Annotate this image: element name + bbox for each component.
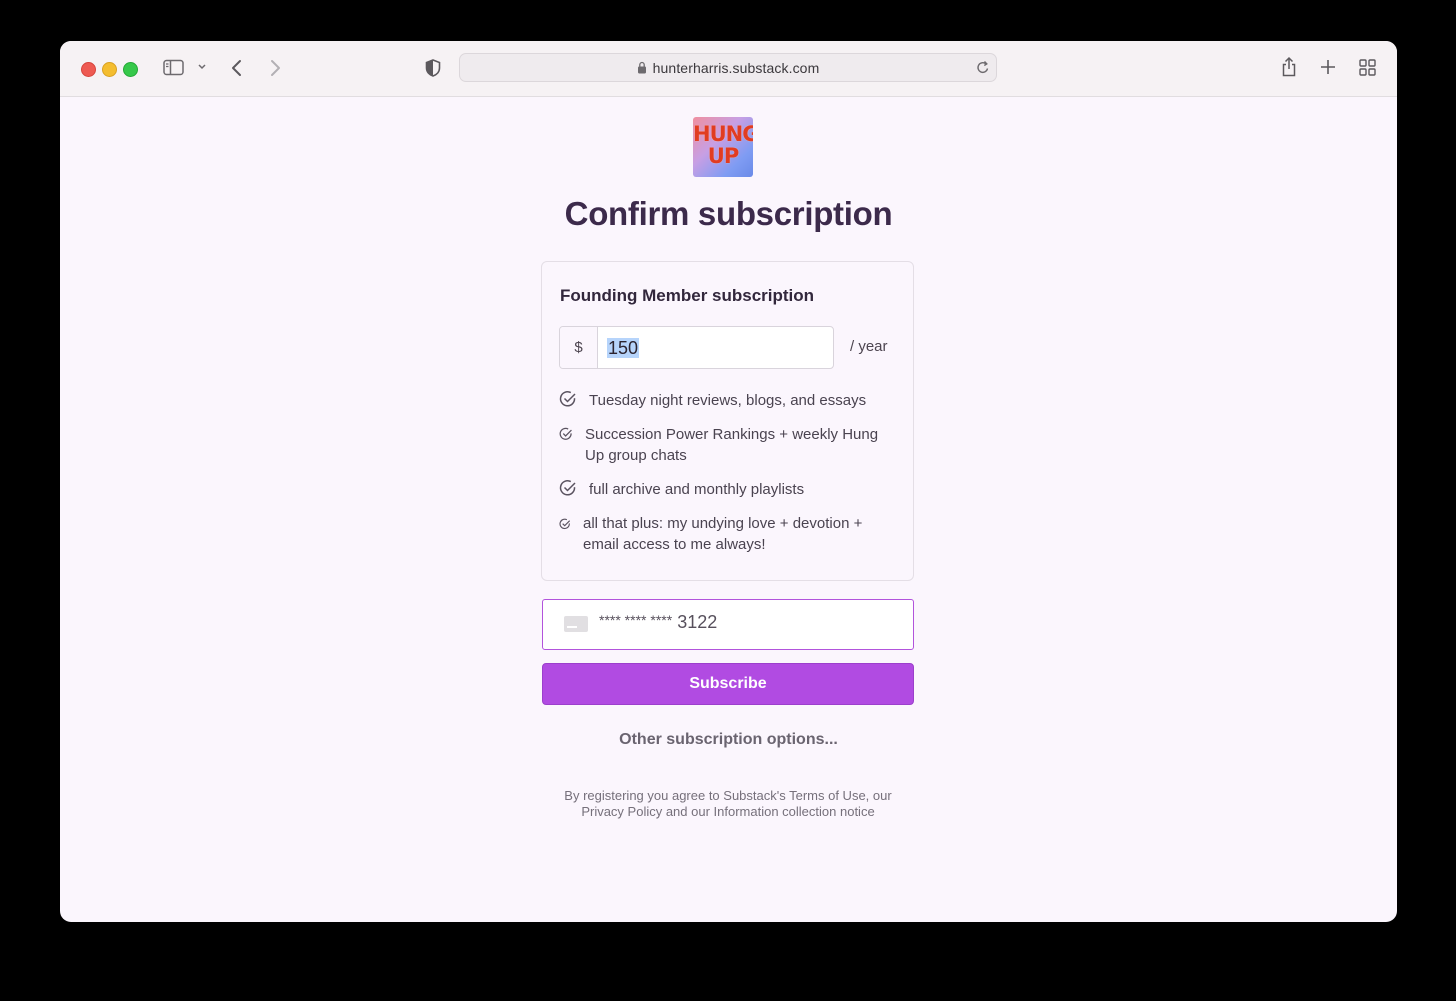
feature-text: all that plus: my undying love + devotio…	[583, 515, 863, 553]
check-circle-icon	[559, 479, 577, 503]
zoom-window-button[interactable]	[123, 62, 138, 77]
close-window-button[interactable]	[81, 62, 96, 77]
legal-line-1: By registering you agree to Substack's T…	[564, 788, 892, 803]
feature-item: Tuesday night reviews, blogs, and essays	[559, 390, 866, 411]
price-input-group[interactable]: $ 150	[559, 326, 834, 369]
share-icon[interactable]	[1280, 56, 1298, 78]
url-text: hunterharris.substack.com	[652, 60, 820, 76]
address-bar[interactable]: hunterharris.substack.com	[459, 53, 997, 82]
browser-toolbar: hunterharris.substack.com	[60, 41, 1397, 97]
forward-icon[interactable]	[268, 58, 282, 78]
privacy-shield-icon[interactable]	[424, 58, 442, 78]
card-number-field[interactable]: **** **** **** 3122	[542, 599, 914, 650]
feature-item: all that plus: my undying love + devotio…	[559, 513, 889, 555]
new-tab-icon[interactable]	[1319, 58, 1337, 76]
feature-item: full archive and monthly playlists	[559, 479, 804, 500]
plan-card: Founding Member subscription $ 150 / yea…	[541, 261, 914, 581]
credit-card-icon	[564, 616, 588, 632]
card-mask: **** **** ****	[599, 612, 673, 628]
back-icon[interactable]	[230, 58, 244, 78]
page-content: HUNG UP Confirm subscription Founding Me…	[60, 97, 1397, 922]
logo-text-line2: UP	[707, 144, 739, 168]
price-value: 150	[607, 338, 640, 358]
lock-icon	[637, 61, 647, 77]
feature-text: Succession Power Rankings + weekly Hung …	[585, 426, 879, 464]
minimize-window-button[interactable]	[102, 62, 117, 77]
chevron-down-icon[interactable]	[197, 63, 207, 71]
price-period: / year	[850, 338, 888, 355]
price-input[interactable]: 150	[607, 338, 640, 358]
check-circle-icon	[559, 390, 577, 414]
tab-overview-icon[interactable]	[1358, 58, 1377, 77]
browser-window: hunterharris.substack.com HUNG UP Confir…	[60, 41, 1397, 922]
feature-text: full archive and monthly playlists	[589, 481, 805, 498]
feature-text: Tuesday night reviews, blogs, and essays	[589, 392, 867, 409]
reload-icon[interactable]	[976, 60, 990, 75]
page-title: Confirm subscription	[564, 195, 893, 232]
subscribe-button[interactable]: Subscribe	[542, 663, 914, 705]
other-subscription-options-link[interactable]: Other subscription options...	[60, 731, 1397, 749]
url-display[interactable]: hunterharris.substack.com	[460, 60, 996, 77]
feature-item: Succession Power Rankings + weekly Hung …	[559, 424, 889, 466]
currency-symbol: $	[560, 327, 598, 368]
plan-title: Founding Member subscription	[560, 286, 815, 305]
sidebar-toggle-icon[interactable]	[163, 59, 185, 77]
card-number-value: **** **** **** 3122	[599, 612, 717, 633]
legal-notice: By registering you agree to Substack's T…	[528, 788, 928, 820]
logo-text-line1: HUNG	[693, 122, 753, 146]
publication-logo[interactable]: HUNG UP	[693, 117, 753, 177]
card-last4: 3122	[677, 612, 718, 632]
check-circle-icon	[559, 426, 573, 447]
legal-line-2: Privacy Policy and our Information colle…	[581, 804, 875, 819]
check-circle-icon	[559, 515, 571, 536]
